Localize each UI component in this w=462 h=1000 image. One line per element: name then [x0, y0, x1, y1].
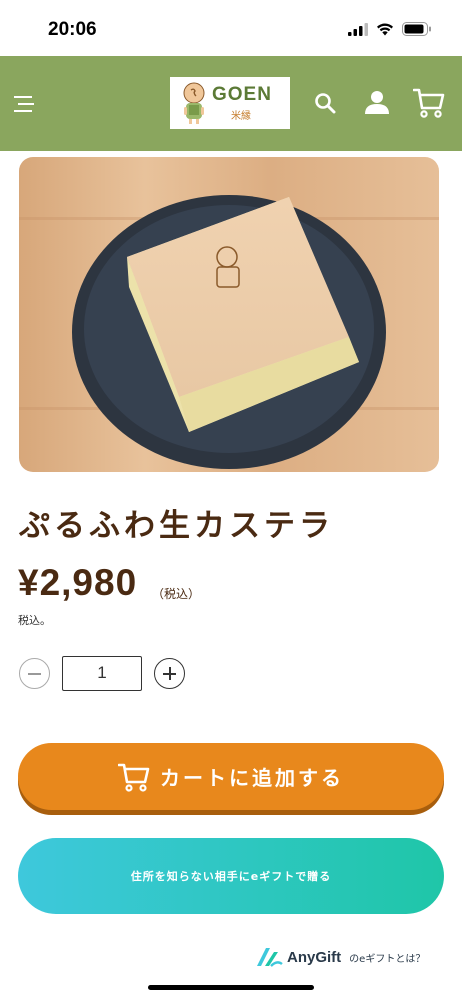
anygift-brand: AnyGift: [287, 948, 342, 966]
site-header: GOEN 米縁: [0, 56, 462, 151]
quantity-input[interactable]: 1: [62, 656, 142, 691]
product-price: ¥2,980: [18, 562, 138, 603]
product-title: ぷるふわ生カステラ: [19, 508, 334, 544]
add-to-cart-button[interactable]: カートに追加する: [18, 743, 444, 810]
anygift-question: のeギフトとは？: [349, 953, 426, 965]
egift-button[interactable]: 住所を知らない相手にeギフトで贈る: [18, 838, 444, 914]
wifi-icon: [377, 23, 393, 35]
tax-note: 税込。: [18, 614, 51, 627]
cart-icon: [118, 763, 150, 792]
user-icon[interactable]: [364, 89, 390, 115]
quantity-decrease-button[interactable]: [19, 658, 50, 689]
home-indicator: [148, 985, 314, 990]
logo-subtitle: 米縁: [231, 111, 251, 122]
status-bar: 20:06: [0, 0, 462, 56]
goen-logo[interactable]: GOEN 米縁: [170, 77, 290, 129]
price-tax-label: （税込）: [152, 587, 201, 601]
egift-label: 住所を知らない相手にeギフトで贈る: [130, 870, 332, 883]
add-to-cart-label: カートに追加する: [160, 766, 344, 790]
cart-icon[interactable]: [413, 87, 445, 119]
logo-text: GOEN: [212, 84, 272, 105]
mascot-icon: [183, 82, 205, 124]
status-time: 20:06: [48, 19, 97, 40]
anygift-logo-icon: [257, 948, 283, 967]
anygift-link[interactable]: AnyGift のeギフトとは？: [255, 946, 425, 968]
menu-icon[interactable]: [12, 92, 36, 116]
battery-icon: [402, 22, 431, 36]
status-icons: [348, 22, 432, 36]
quantity-increase-button[interactable]: [154, 658, 185, 689]
search-icon[interactable]: [314, 92, 336, 114]
product-image: [19, 157, 439, 472]
signal-icon: [348, 22, 368, 36]
